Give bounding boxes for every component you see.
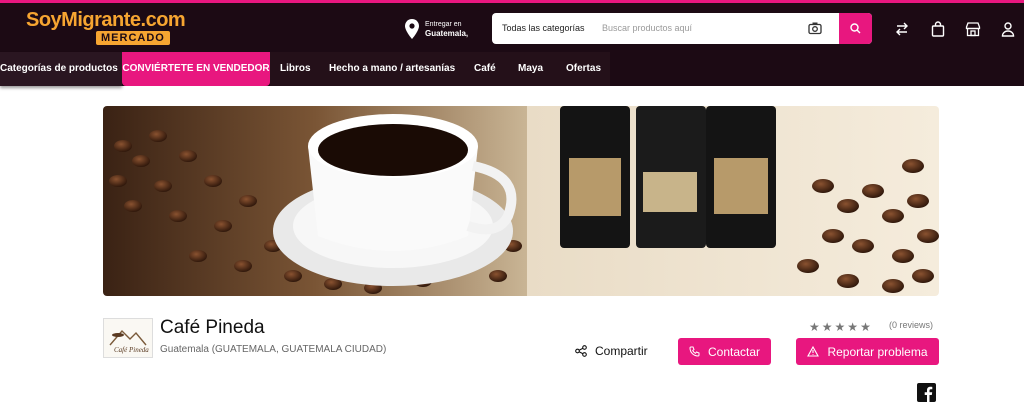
location-pin-icon <box>405 19 419 39</box>
nav-item-hecho-a-mano[interactable]: Hecho a mano / artesanías <box>329 52 455 86</box>
contact-button[interactable]: Contactar <box>678 338 771 365</box>
store-logo: Café Pineda <box>103 318 153 358</box>
reviews-count[interactable]: (0 reviews) <box>889 320 933 330</box>
store-rating: ★ ★ ★ ★ ★ <box>809 321 873 333</box>
store-logo-image: Café Pineda <box>109 329 149 354</box>
store-logo-text: Café Pineda <box>114 346 149 354</box>
main-nav: Categorías de productos CONVIÉRTETE EN V… <box>0 52 1024 86</box>
search-input[interactable]: Buscar productos aquí <box>602 23 692 33</box>
become-vendor-button[interactable]: CONVIÉRTETE EN VENDEDOR <box>122 52 270 86</box>
facebook-icon[interactable] <box>917 383 936 402</box>
share-button[interactable]: Compartir <box>575 344 648 358</box>
nav-item-maya[interactable]: Maya <box>518 52 543 86</box>
nav-item-libros[interactable]: Libros <box>280 52 311 86</box>
phone-icon <box>689 346 700 357</box>
categories-menu-button[interactable]: Categorías de productos <box>0 52 122 86</box>
nav-item-cafe[interactable]: Café <box>474 52 496 86</box>
search-category-select[interactable]: Todas las categorías <box>502 23 585 33</box>
site-header: SoyMigrante.com MERCADO Entregar en Guat… <box>0 3 1024 52</box>
site-logo[interactable]: SoyMigrante.com MERCADO <box>26 9 186 47</box>
star-icon: ★ <box>809 320 820 334</box>
search-icon <box>850 23 861 34</box>
store-location: Guatemala (GUATEMALA, GUATEMALA CIUDAD) <box>160 344 387 355</box>
star-icon: ★ <box>834 320 846 334</box>
star-icon: ★ <box>860 320 871 334</box>
logo-text: SoyMigrante.com <box>26 9 186 31</box>
search-bar: Todas las categorías Buscar productos aq… <box>492 13 872 44</box>
bag-icon[interactable] <box>930 21 946 37</box>
camera-icon[interactable] <box>808 21 822 35</box>
compare-icon[interactable] <box>894 21 910 37</box>
warning-icon <box>807 346 820 357</box>
report-problem-button[interactable]: Reportar problema <box>796 338 939 365</box>
share-icon <box>575 345 587 357</box>
star-icon: ★ <box>847 320 859 334</box>
search-button[interactable] <box>839 13 872 44</box>
store-banner <box>103 106 939 296</box>
report-label: Reportar problema <box>827 344 928 359</box>
store-name: Café Pineda <box>160 317 265 338</box>
delivery-location[interactable]: Entregar en Guatemala, <box>405 16 468 42</box>
deliver-location: Guatemala, <box>425 29 469 38</box>
logo-subtext: MERCADO <box>96 31 170 45</box>
deliver-label: Entregar en <box>425 21 462 28</box>
store-icon[interactable] <box>965 21 981 37</box>
nav-item-ofertas[interactable]: Ofertas <box>566 52 601 86</box>
star-icon: ★ <box>821 320 833 334</box>
share-label: Compartir <box>595 344 648 358</box>
user-icon[interactable] <box>1000 21 1016 37</box>
contact-label: Contactar <box>707 344 761 359</box>
